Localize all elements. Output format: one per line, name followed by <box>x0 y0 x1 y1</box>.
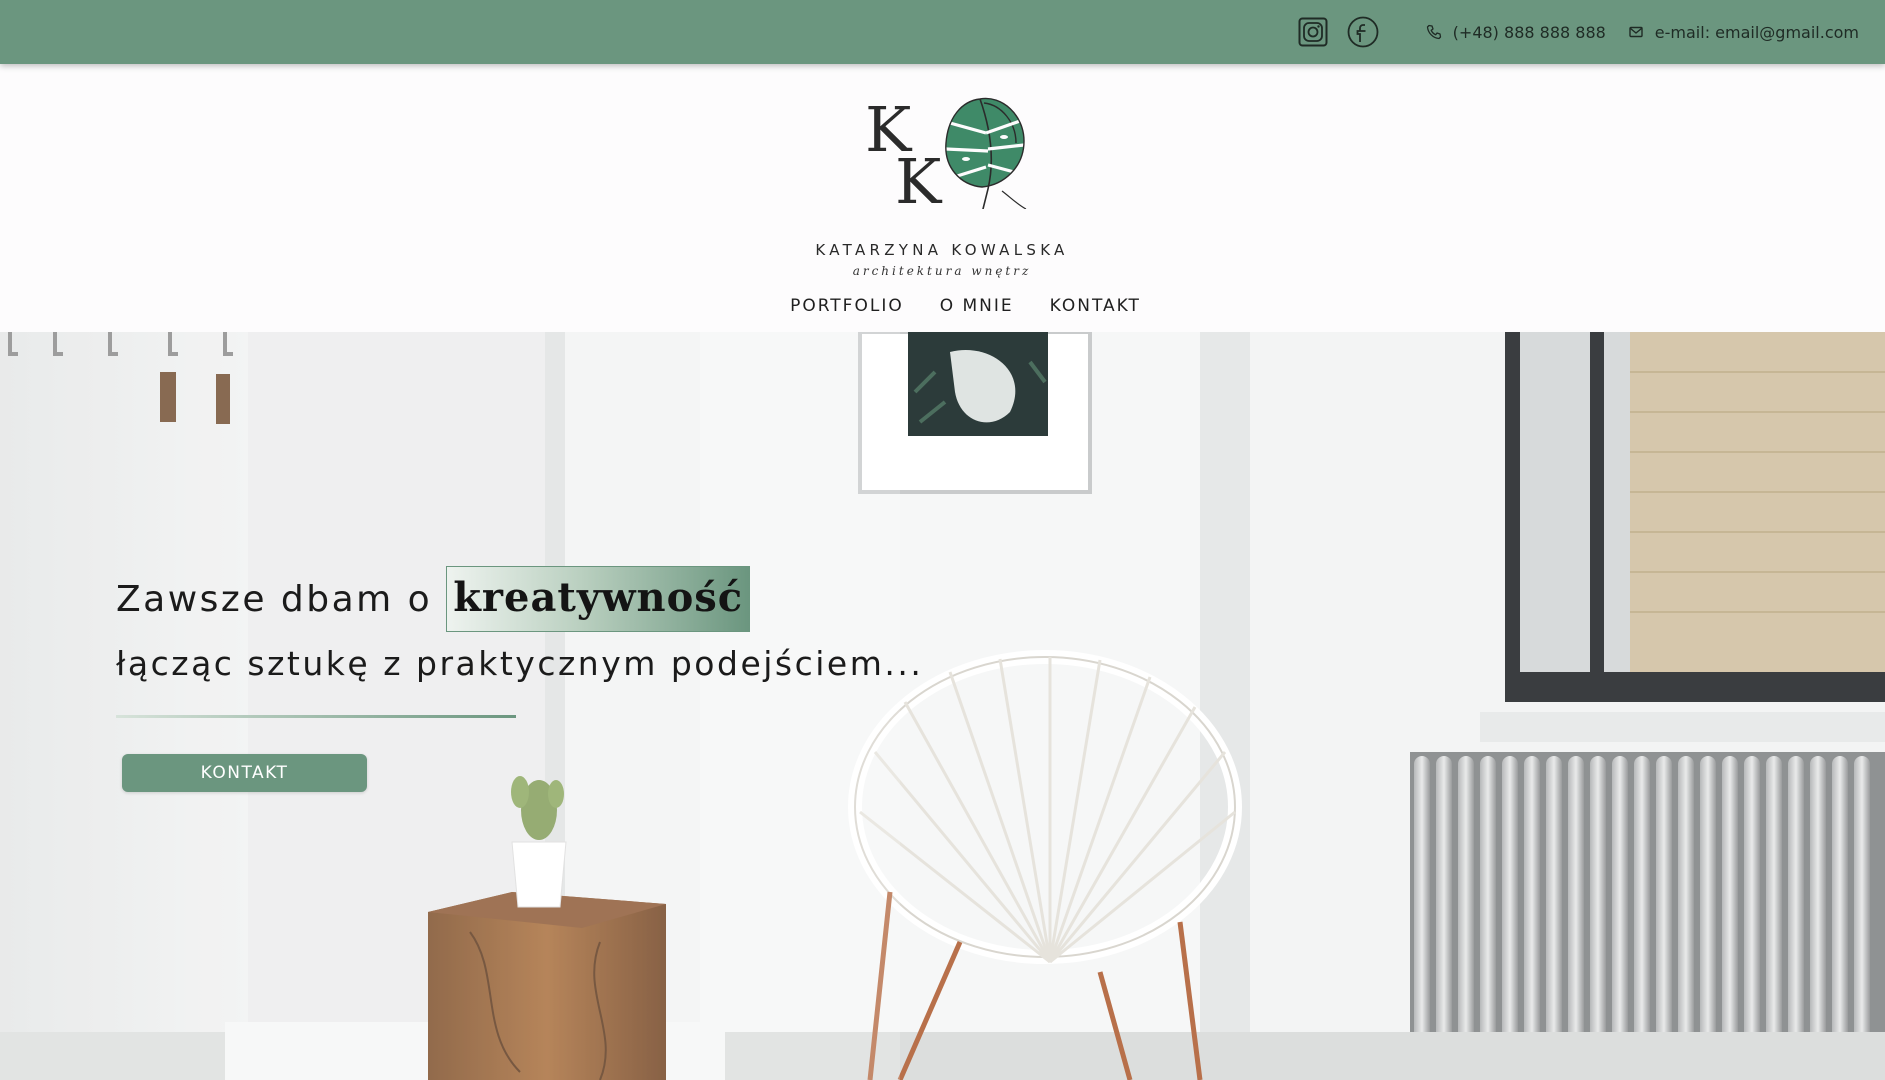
hero-divider <box>116 715 516 718</box>
main-nav: PORTFOLIO O MNIE KONTAKT <box>0 296 1885 316</box>
facebook-icon[interactable] <box>1346 15 1380 49</box>
monogram-leaf-logo: K K <box>865 93 1027 209</box>
svg-text:K: K <box>895 145 943 209</box>
hero-highlight-word: kreatywność <box>446 566 751 632</box>
hero-headline-line1: Zawsze dbam o kreatywność <box>116 566 751 632</box>
email-contact[interactable]: e-mail: email@gmail.com <box>1628 23 1859 42</box>
brand-name: KATARZYNA KOWALSKA <box>815 241 1069 259</box>
site-logo[interactable]: K K KATARZYNA KOWALSKA architektura wnęt… <box>792 89 1092 278</box>
phone-number: (+48) 888 888 888 <box>1452 22 1606 42</box>
instagram-icon[interactable] <box>1296 15 1330 49</box>
phone-icon <box>1426 23 1444 41</box>
phone-contact[interactable]: (+48) 888 888 888 <box>1426 23 1606 42</box>
hero-section: Zawsze dbam o kreatywność łącząc sztukę … <box>0 332 1885 1080</box>
mail-icon <box>1628 23 1646 41</box>
hero-headline-line2: łącząc sztukę z praktycznym podejściem..… <box>116 644 924 683</box>
hero-background-photo <box>0 332 1885 1080</box>
hero-line1-text: Zawsze dbam o <box>116 578 433 620</box>
brand-tagline: architektura wnętrz <box>852 264 1032 278</box>
site-header: K K KATARZYNA KOWALSKA architektura wnęt… <box>0 64 1885 332</box>
social-links <box>1280 15 1380 49</box>
nav-portfolio[interactable]: PORTFOLIO <box>790 296 904 316</box>
nav-o-mnie[interactable]: O MNIE <box>940 296 1014 316</box>
top-bar: (+48) 888 888 888 e-mail: email@gmail.co… <box>0 0 1885 64</box>
email-address: e-mail: email@gmail.com <box>1654 22 1859 42</box>
kontakt-button[interactable]: KONTAKT <box>122 754 367 792</box>
nav-kontakt[interactable]: KONTAKT <box>1050 296 1141 316</box>
